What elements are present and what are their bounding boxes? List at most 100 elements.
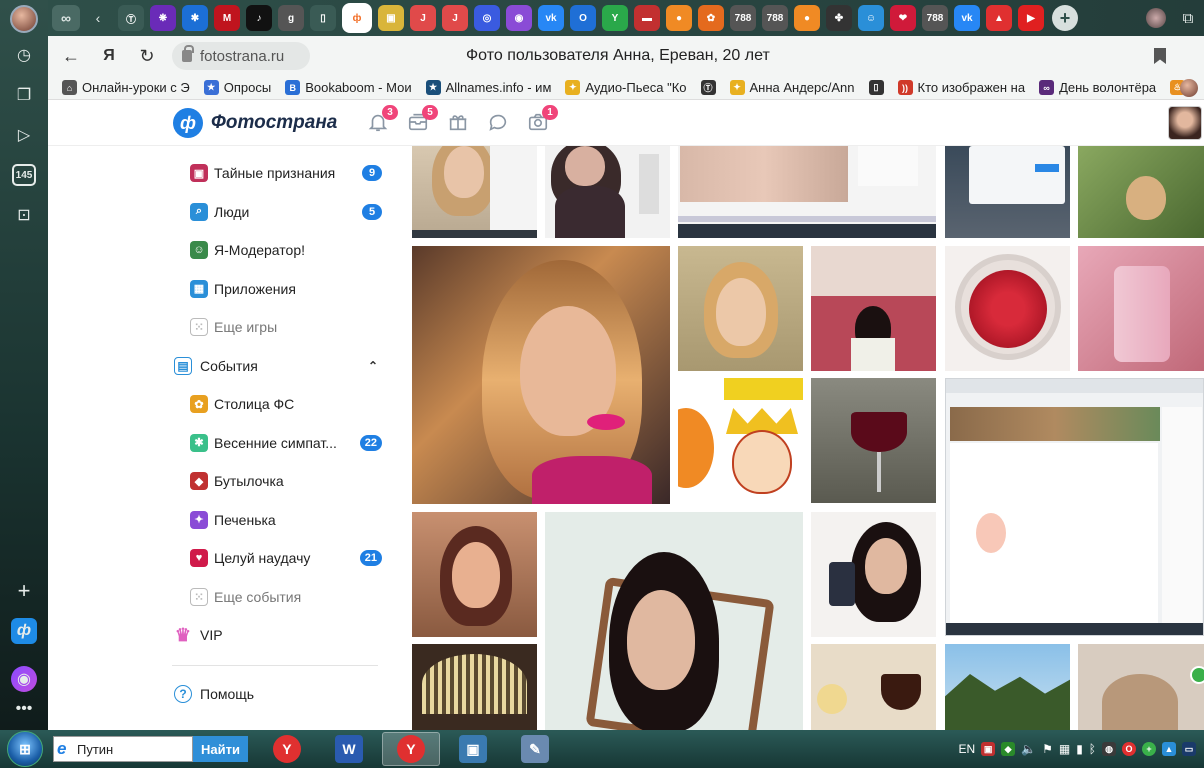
browser-tab[interactable]: ✱ — [182, 5, 208, 31]
browser-tab[interactable]: ♪ — [246, 5, 272, 31]
menu-item-fs-capital[interactable]: ✿ Столица ФС — [48, 385, 388, 423]
browser-tab[interactable]: ❤ — [890, 5, 916, 31]
photo-thumbnail[interactable] — [678, 246, 803, 371]
language-indicator[interactable]: EN — [958, 742, 975, 756]
browser-tab[interactable]: ◉ — [506, 5, 532, 31]
reload-icon[interactable]: ↻ — [132, 41, 162, 71]
photo-screenshot[interactable] — [945, 378, 1204, 636]
browser-tab[interactable]: 788 — [922, 5, 948, 31]
photo-camera-icon[interactable]: 1 — [526, 105, 558, 134]
back-arrow-icon[interactable]: ← — [56, 41, 86, 71]
photo-main-portrait[interactable] — [412, 246, 670, 504]
photo-thumbnail[interactable] — [678, 378, 803, 503]
tray-nvidia-icon[interactable]: ◆ — [1001, 742, 1016, 756]
photo-thumbnail[interactable] — [412, 512, 537, 637]
tray-misc-icon[interactable]: ◍ — [1102, 742, 1116, 756]
bookmark-item[interactable]: ▯ — [868, 80, 884, 95]
menu-item-random-kiss[interactable]: ♥ Целуй наудачу 21 — [48, 539, 388, 577]
photo-thumbnail[interactable] — [1078, 146, 1204, 238]
bookmark-item[interactable]: ⌂ Онлайн-уроки с Э — [62, 80, 190, 95]
user-avatar[interactable] — [1168, 106, 1202, 140]
menu-item-apps[interactable]: ▦ Приложения — [48, 270, 388, 308]
flag-icon[interactable]: ⚑ — [1042, 742, 1053, 756]
browser-tab[interactable]: ☺ — [858, 5, 884, 31]
menu-item-events[interactable]: ▤ События ⌃ — [48, 347, 388, 385]
bookmark-item[interactable]: ★ Allnames.info - им — [425, 80, 551, 95]
menu-item-secret-confessions[interactable]: ▣ Тайные признания 9 — [48, 154, 388, 192]
photo-thumbnail[interactable] — [811, 378, 936, 503]
browser-profile-avatar[interactable] — [10, 5, 38, 33]
start-button[interactable]: ⊞ — [7, 731, 43, 767]
browser-tab[interactable]: ● — [666, 5, 692, 31]
browser-tab[interactable]: ● — [794, 5, 820, 31]
opera-icon[interactable]: O — [1122, 742, 1136, 756]
taskbar-yandex-browser[interactable]: Y — [258, 732, 316, 766]
more-dots-icon[interactable]: ••• — [11, 696, 37, 722]
tray-window-icon[interactable]: ▭ — [1182, 742, 1196, 756]
browser-tab[interactable]: ▬ — [634, 5, 660, 31]
notifications-icon[interactable]: 3 — [366, 105, 398, 134]
taskbar-word[interactable]: W — [320, 732, 378, 766]
yandex-y-icon[interactable]: Я — [94, 41, 124, 71]
browser-tab[interactable]: ✤ — [826, 5, 852, 31]
photo-portrait[interactable] — [545, 512, 803, 730]
volume-icon[interactable]: 🔈 — [1021, 742, 1036, 756]
menu-item-help[interactable]: ? Помощь — [48, 675, 388, 713]
browser-tab[interactable]: 788 — [762, 5, 788, 31]
taskbar-photo-viewer[interactable]: ▣ — [444, 732, 502, 766]
browser-tab[interactable]: vk — [954, 5, 980, 31]
bookmark-item[interactable]: B Bookaboom - Мои — [285, 80, 412, 95]
history-clock-icon[interactable]: ◷ — [11, 42, 37, 68]
tab-back-chevron-icon[interactable]: ‹ — [84, 5, 112, 31]
menu-item-more-events[interactable]: ⁙ Еще события — [48, 578, 388, 616]
collections-icon[interactable]: ❐ — [11, 82, 37, 108]
window-restore-icon[interactable]: ⧉ — [1172, 0, 1204, 36]
bookmark-icon[interactable] — [1154, 48, 1166, 64]
taskbar-search-button[interactable]: Найти — [193, 736, 248, 762]
profile-avatar-small[interactable] — [1140, 0, 1172, 36]
site-logo[interactable]: ф Фотострана — [173, 108, 337, 138]
taskbar-paint[interactable]: ✎ — [506, 732, 564, 766]
photo-thumbnail[interactable] — [945, 644, 1070, 730]
photo-thumbnail[interactable] — [1078, 246, 1204, 371]
menu-item-spring-sympathies[interactable]: ✱ Весенние симпат... 22 — [48, 424, 388, 462]
bookmark-item[interactable]: ✦ Анна Андерс/Ann — [729, 80, 855, 95]
counter-widget[interactable]: 145 — [11, 162, 37, 188]
bookmark-item[interactable]: ✦ Аудио-Пьеса "Ко — [565, 80, 687, 95]
menu-item-moderator[interactable]: ☺ Я-Модератор! — [48, 231, 388, 269]
chat-icon[interactable] — [486, 110, 510, 134]
photo-thumbnail[interactable] — [811, 644, 936, 730]
screenshot-camera-icon[interactable]: ⊡ — [11, 202, 37, 228]
browser-tab[interactable]: ▲ — [986, 5, 1012, 31]
gifts-icon[interactable] — [446, 110, 470, 134]
url-field[interactable]: fotostrana.ru — [172, 42, 310, 70]
menu-item-people[interactable]: ⌕ Люди 5 — [48, 193, 388, 231]
tab-groups-button[interactable]: ∞ — [52, 5, 80, 31]
tray-blue-icon[interactable]: ▲ — [1162, 742, 1176, 756]
photo-thumbnail[interactable] — [945, 146, 1070, 238]
collapse-chevron-icon[interactable]: ⌃ — [368, 359, 378, 373]
browser-tab[interactable]: 788 — [730, 5, 756, 31]
photo-thumbnail[interactable] — [545, 146, 670, 238]
menu-item-vip[interactable]: ♛ VIP — [48, 616, 388, 654]
new-tab-plus-icon[interactable]: + — [1052, 5, 1078, 31]
photo-thumbnail[interactable] — [678, 146, 936, 238]
taskbar-search-input[interactable] — [77, 741, 187, 757]
browser-tab[interactable]: ◎ — [474, 5, 500, 31]
tray-app-icon[interactable]: ▣ — [981, 742, 996, 756]
photo-thumbnail[interactable] — [811, 246, 936, 371]
menu-item-more-games[interactable]: ⁙ Еще игры — [48, 308, 388, 346]
photo-thumbnail[interactable] — [412, 644, 537, 730]
tray-green-icon[interactable]: + — [1142, 742, 1156, 756]
browser-tab[interactable]: ▯ — [310, 5, 336, 31]
browser-tab[interactable]: ф — [342, 3, 372, 33]
messages-box-icon[interactable]: 5 — [406, 105, 438, 134]
add-panel-icon[interactable]: + — [11, 578, 37, 604]
alice-assistant-icon[interactable]: ◉ — [11, 666, 37, 692]
photo-thumbnail[interactable] — [811, 512, 936, 637]
browser-tab[interactable]: Y — [602, 5, 628, 31]
browser-tab[interactable]: O — [570, 5, 596, 31]
browser-tab[interactable]: ▶ — [1018, 5, 1044, 31]
bookmark-item[interactable]: Ⓣ — [700, 80, 716, 95]
browser-tab[interactable]: g — [278, 5, 304, 31]
